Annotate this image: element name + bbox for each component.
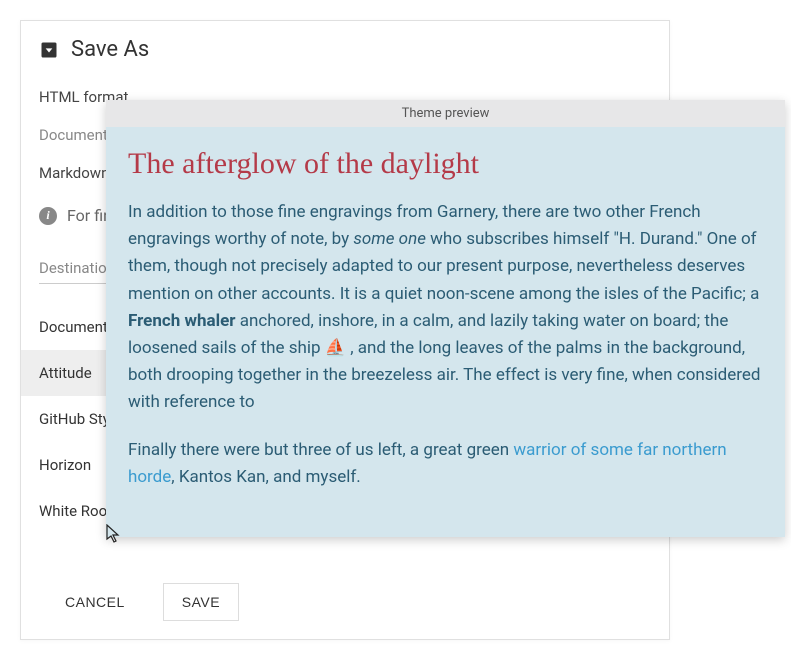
save-button[interactable]: SAVE (163, 583, 239, 621)
strong-text: French whaler (128, 311, 236, 331)
text: , Kantos Kan, and myself. (171, 467, 361, 487)
preview-title: The afterglow of the daylight (128, 147, 763, 181)
sailboat-icon: ⛵ (325, 338, 346, 358)
theme-preview-panel: Theme preview The afterglow of the dayli… (106, 100, 785, 537)
info-icon: i (39, 207, 57, 225)
emphasis-text: some one (353, 229, 426, 249)
theme-preview-body: The afterglow of the daylight In additio… (106, 127, 785, 537)
theme-preview-header: Theme preview (106, 100, 785, 127)
dialog-header: Save As (21, 21, 669, 70)
save-icon (39, 40, 59, 60)
preview-paragraph-2: Finally there were but three of us left,… (128, 437, 763, 491)
dialog-title: Save As (71, 37, 149, 62)
dialog-footer: CANCEL SAVE (21, 571, 669, 639)
preview-paragraph-1: In addition to those fine engravings fro… (128, 199, 763, 417)
text: Finally there were but three of us left,… (128, 440, 513, 460)
cancel-button[interactable]: CANCEL (47, 584, 143, 620)
